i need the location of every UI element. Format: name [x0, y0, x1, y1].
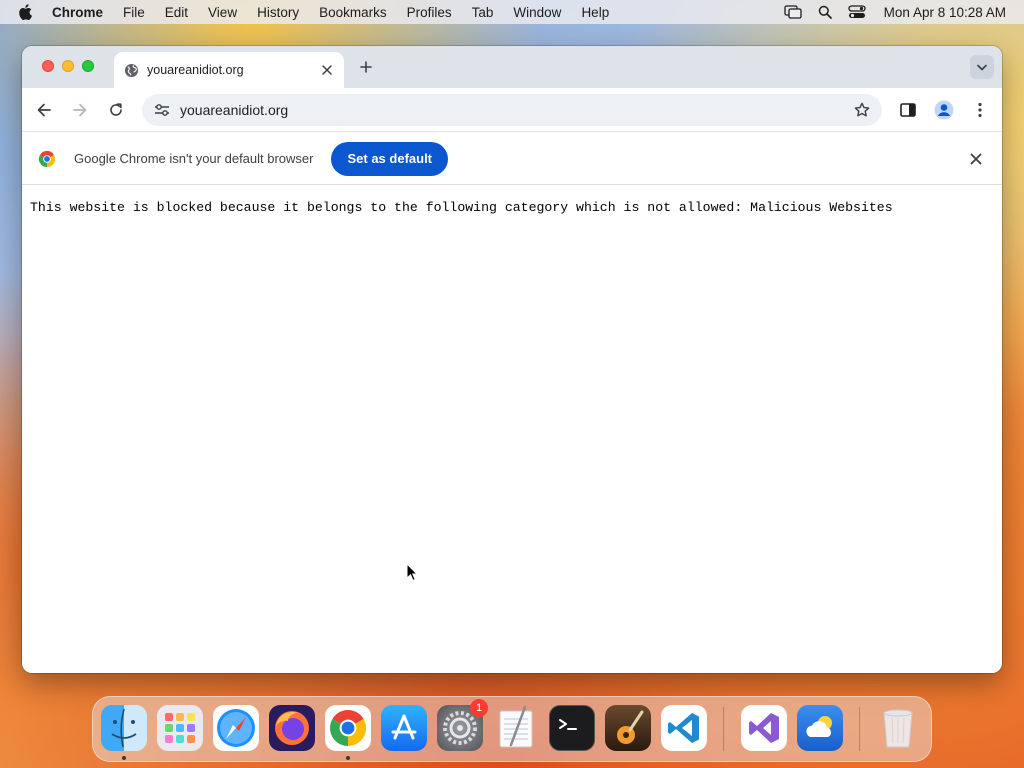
safari-icon[interactable] — [213, 705, 259, 751]
chrome-window: youareanidiot.org youareanidiot.org Goog… — [22, 46, 1002, 673]
menu-file[interactable]: File — [123, 5, 145, 20]
default-browser-infobar: Google Chrome isn't your default browser… — [22, 133, 1002, 185]
visual-studio-icon[interactable] — [741, 705, 787, 751]
finder-running-dot — [122, 756, 126, 760]
firefox-icon[interactable] — [269, 705, 315, 751]
window-zoom-button[interactable] — [82, 60, 94, 72]
infobar-message: Google Chrome isn't your default browser — [74, 151, 314, 166]
tab-strip: youareanidiot.org — [22, 46, 1002, 88]
app-store-icon[interactable] — [381, 705, 427, 751]
window-close-button[interactable] — [42, 60, 54, 72]
menu-view[interactable]: View — [208, 5, 237, 20]
set-as-default-button[interactable]: Set as default — [331, 141, 449, 176]
menubar-status-area: Mon Apr 8 10:28 AM — [768, 0, 1006, 24]
tab-search-chevron-icon[interactable] — [970, 55, 994, 79]
profile-avatar-icon[interactable] — [932, 98, 956, 122]
menu-app-name[interactable]: Chrome — [52, 5, 103, 20]
menubar-clock[interactable]: Mon Apr 8 10:28 AM — [884, 5, 1006, 20]
launchpad-icon[interactable] — [157, 705, 203, 751]
menu-window[interactable]: Window — [513, 5, 561, 20]
reload-icon[interactable] — [104, 98, 128, 122]
terminal-icon[interactable] — [549, 705, 595, 751]
visual-studio-code-icon[interactable] — [661, 705, 707, 751]
weather-icon[interactable] — [797, 705, 843, 751]
spotlight-search-icon[interactable] — [818, 5, 832, 19]
close-tab-icon[interactable] — [316, 59, 338, 81]
window-minimize-button[interactable] — [62, 60, 74, 72]
chrome-logo-icon — [38, 150, 56, 168]
menu-help[interactable]: Help — [581, 5, 609, 20]
apple-menu-icon[interactable] — [18, 4, 36, 20]
browser-toolbar: youareanidiot.org — [22, 88, 1002, 132]
forward-arrow-icon[interactable] — [68, 98, 92, 122]
system-settings-badge: 1 — [470, 699, 488, 717]
menu-profiles[interactable]: Profiles — [407, 5, 452, 20]
textedit-icon[interactable] — [493, 705, 539, 751]
finder-icon[interactable] — [101, 705, 147, 751]
garageband-icon[interactable] — [605, 705, 651, 751]
new-tab-icon[interactable] — [355, 56, 377, 78]
tab-title: youareanidiot.org — [147, 63, 244, 77]
bookmark-star-icon[interactable] — [854, 102, 870, 118]
menu-edit[interactable]: Edit — [165, 5, 188, 20]
menu-bookmarks[interactable]: Bookmarks — [319, 5, 387, 20]
menu-tab[interactable]: Tab — [472, 5, 494, 20]
blocked-message: This website is blocked because it belon… — [30, 200, 893, 215]
page-content: This website is blocked because it belon… — [22, 186, 1002, 673]
dock-separator-trash — [859, 707, 860, 751]
tab-youareanidiot[interactable]: youareanidiot.org — [114, 52, 344, 88]
chrome-running-dot — [346, 756, 350, 760]
mouse-cursor-icon — [406, 562, 419, 587]
menu-history[interactable]: History — [257, 5, 299, 20]
back-arrow-icon[interactable] — [32, 98, 56, 122]
google-chrome-icon[interactable] — [325, 705, 371, 751]
address-bar[interactable]: youareanidiot.org — [142, 94, 882, 126]
screen-mirroring-icon[interactable] — [784, 5, 802, 19]
menu-bar: Chrome File Edit View History Bookmarks … — [0, 0, 1024, 24]
control-center-icon[interactable] — [848, 5, 866, 19]
dock: 1 — [92, 696, 932, 762]
more-menu-icon[interactable] — [968, 98, 992, 122]
side-panel-icon[interactable] — [896, 98, 920, 122]
address-url[interactable]: youareanidiot.org — [180, 102, 854, 118]
close-infobar-icon[interactable] — [966, 149, 986, 169]
dock-separator — [723, 707, 724, 751]
site-info-tune-icon[interactable] — [152, 103, 172, 117]
globe-icon — [124, 63, 139, 78]
trash-icon[interactable] — [875, 705, 921, 751]
